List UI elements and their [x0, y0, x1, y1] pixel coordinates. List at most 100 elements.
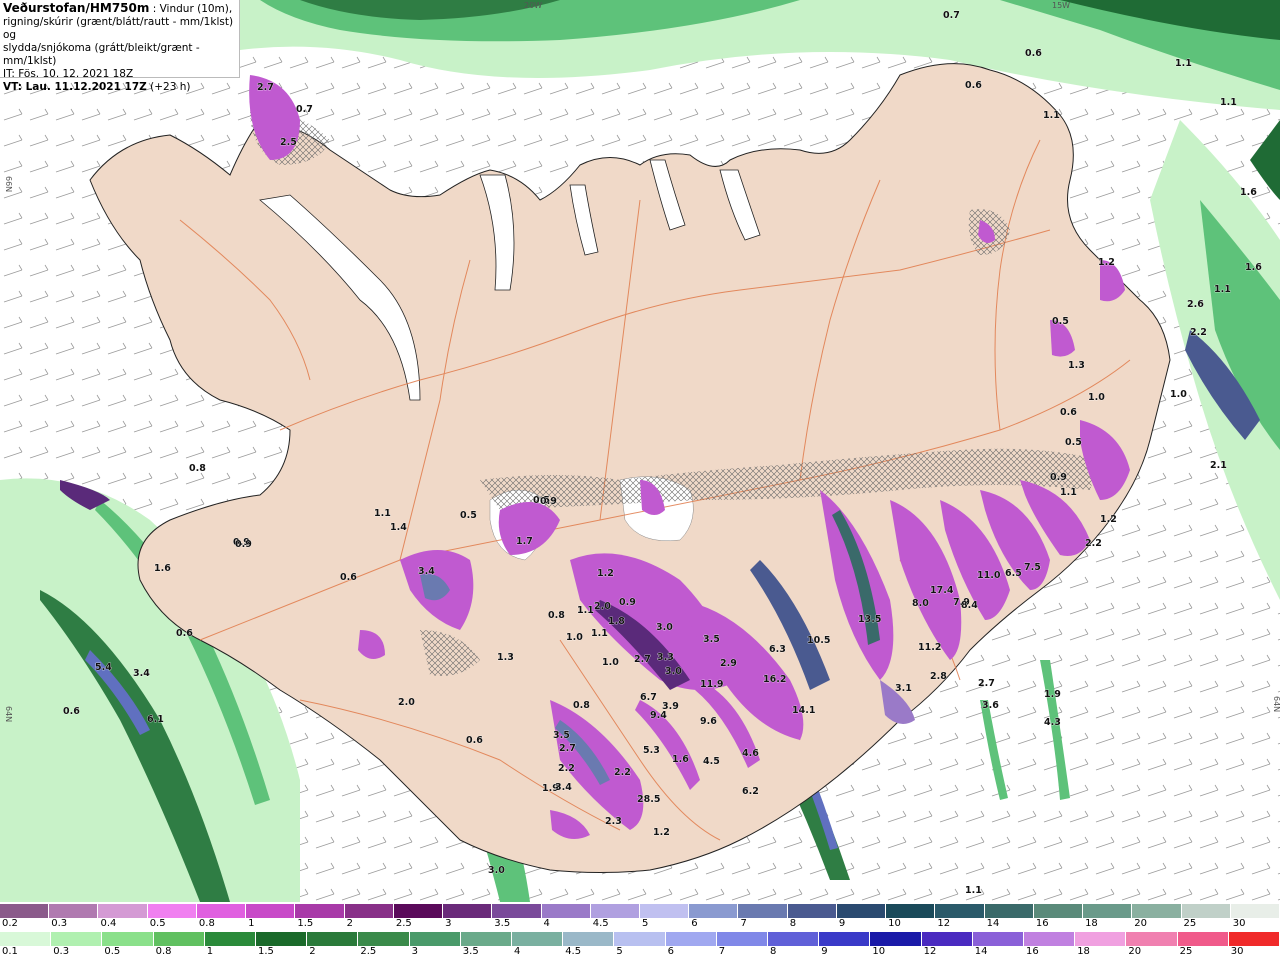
precip-value-label: 0.6	[1060, 407, 1077, 418]
precip-value-label: 14.1	[792, 705, 815, 716]
legend-swatch	[1024, 932, 1076, 946]
precip-value-label: 0.8	[573, 700, 590, 711]
precip-value-label: 2.7	[257, 82, 274, 93]
legend-swatch	[787, 904, 837, 918]
legend-swatch	[935, 904, 985, 918]
precip-value-label: 3.5	[703, 634, 720, 645]
legend-label: 2	[346, 918, 353, 929]
precip-value-label: 4.3	[1044, 717, 1061, 728]
legend-swatch	[836, 904, 887, 918]
precip-value-label: 5.3	[643, 745, 660, 756]
precip-value-label: 2.1	[1210, 460, 1227, 471]
subtitle-line-3: slydda/snjókoma (grátt/bleikt/grænt - mm…	[3, 42, 200, 67]
legend-label: 16	[1035, 918, 1049, 929]
legend-label: 8	[789, 918, 797, 929]
precip-value-label: 0.8	[548, 610, 565, 621]
legend-label: 25	[1183, 918, 1197, 929]
precip-value-label: 0.6	[466, 735, 483, 746]
precip-value-label: 1.0	[1170, 389, 1187, 400]
precip-value-label: 1.9	[1044, 689, 1061, 700]
precip-value-label: 2.2	[1190, 327, 1207, 338]
precip-value-label: 11.9	[700, 679, 723, 690]
precip-value-label: 3.6	[982, 700, 999, 711]
legend-label: 1.5	[297, 918, 314, 929]
subtitle-line-2: rigning/skúrir (grænt/blátt/rautt - mm/1…	[3, 16, 234, 41]
legend-label: 4	[543, 918, 550, 929]
legend-label: 0.2	[2, 918, 18, 929]
legend-label: 4.5	[592, 918, 609, 929]
precip-value-label: 2.2	[1085, 538, 1102, 549]
legend-swatch	[98, 904, 148, 918]
legend-swatch	[147, 904, 197, 918]
legend-swatch	[393, 904, 444, 918]
precip-value-label: 2.0	[398, 697, 415, 708]
precip-value-label: 3.4	[555, 782, 572, 793]
precip-value-label: 0.6	[63, 706, 80, 717]
precip-value-label: 3.3	[657, 652, 674, 663]
legend-swatch	[716, 932, 768, 946]
legend-label: 2.5	[360, 946, 377, 957]
precip-value-label: 1.2	[653, 827, 670, 838]
precip-value-label: 1.1	[577, 605, 594, 616]
precip-value-label: 9.6	[700, 716, 717, 727]
rain-legend-bar	[0, 932, 1280, 946]
legend-swatch	[886, 904, 936, 918]
precip-value-label: 1.3	[1068, 360, 1085, 371]
precip-value-label: 28.5	[637, 794, 660, 805]
legend-swatch	[640, 904, 690, 918]
precip-value-label: 0.5	[1052, 316, 1069, 327]
legend-label: 0.1	[2, 946, 18, 957]
precip-value-label: 2.6	[1187, 299, 1204, 310]
precip-value-label: 3.0	[488, 865, 505, 876]
lat-label-64n-right: 64N	[1272, 696, 1280, 712]
precip-value-label: 17.4	[930, 585, 954, 596]
precip-value-label: 2.8	[930, 671, 947, 682]
precip-value-label: 9.4	[650, 710, 667, 721]
precip-value-label: 10.5	[807, 635, 830, 646]
precip-value-label: 2.5	[280, 137, 297, 148]
legend-label: 14	[974, 946, 988, 957]
subtitle-line-1: : Vindur (10m),	[149, 3, 233, 15]
legend-label: 7	[740, 918, 747, 929]
precip-value-label: 3.0	[665, 666, 682, 677]
legend-label: 3	[411, 946, 418, 957]
precip-value-label: 0.6	[340, 572, 357, 583]
legend-swatch	[614, 932, 666, 946]
lat-label-64n-left: 64N	[4, 706, 13, 722]
legend-swatch	[1228, 932, 1280, 946]
precip-value-label: 1.2	[1100, 514, 1117, 525]
legend-swatch	[204, 932, 256, 946]
legend-label: 2	[309, 946, 316, 957]
legend-label: 18	[1085, 918, 1098, 929]
legend-label: 6	[667, 946, 674, 957]
precip-value-label: 0.9	[1050, 472, 1067, 483]
legend-swatch	[563, 932, 615, 946]
legend-label: 20	[1128, 946, 1142, 957]
precip-value-label: 1.6	[1245, 262, 1262, 273]
legend-label: 0.4	[100, 918, 117, 929]
legend-swatch	[738, 904, 788, 918]
legend-swatch	[1075, 932, 1127, 946]
legend-label: 0.3	[51, 918, 68, 929]
precip-value-label: 6.5	[1005, 568, 1022, 579]
precip-value-label: 1.1	[1175, 58, 1192, 69]
legend-swatch	[358, 932, 410, 946]
precip-value-label: 5.4	[95, 662, 112, 673]
legend-swatch	[256, 932, 308, 946]
precip-value-label: 1.1	[1214, 284, 1231, 295]
precip-value-label: 1.8	[608, 616, 625, 627]
rain-legend-labels: 0.1 0.3 0.5 0.8 1 1.5 2 2.5 3 3.5 4 4.5 5 6 7 8 9 10 12 14 1…	[0, 946, 1280, 960]
precip-value-label: 4.5	[703, 756, 720, 767]
precip-value-label: 1.1	[374, 508, 391, 519]
precip-value-label: 1.3	[497, 652, 514, 663]
precip-value-label: 1.0	[602, 657, 619, 668]
legend-swatch	[921, 932, 973, 946]
legend-swatch	[246, 904, 296, 918]
precip-value-label: 1.0	[1088, 392, 1105, 403]
precip-value-label: 2.3	[605, 816, 622, 827]
legend-label: 20	[1134, 918, 1148, 929]
precip-value-label: 0.6	[176, 628, 193, 639]
legend-label: 0.8	[155, 946, 172, 957]
precip-value-label: 0.6	[1025, 48, 1042, 59]
precip-value-label: 2.7	[559, 743, 576, 754]
